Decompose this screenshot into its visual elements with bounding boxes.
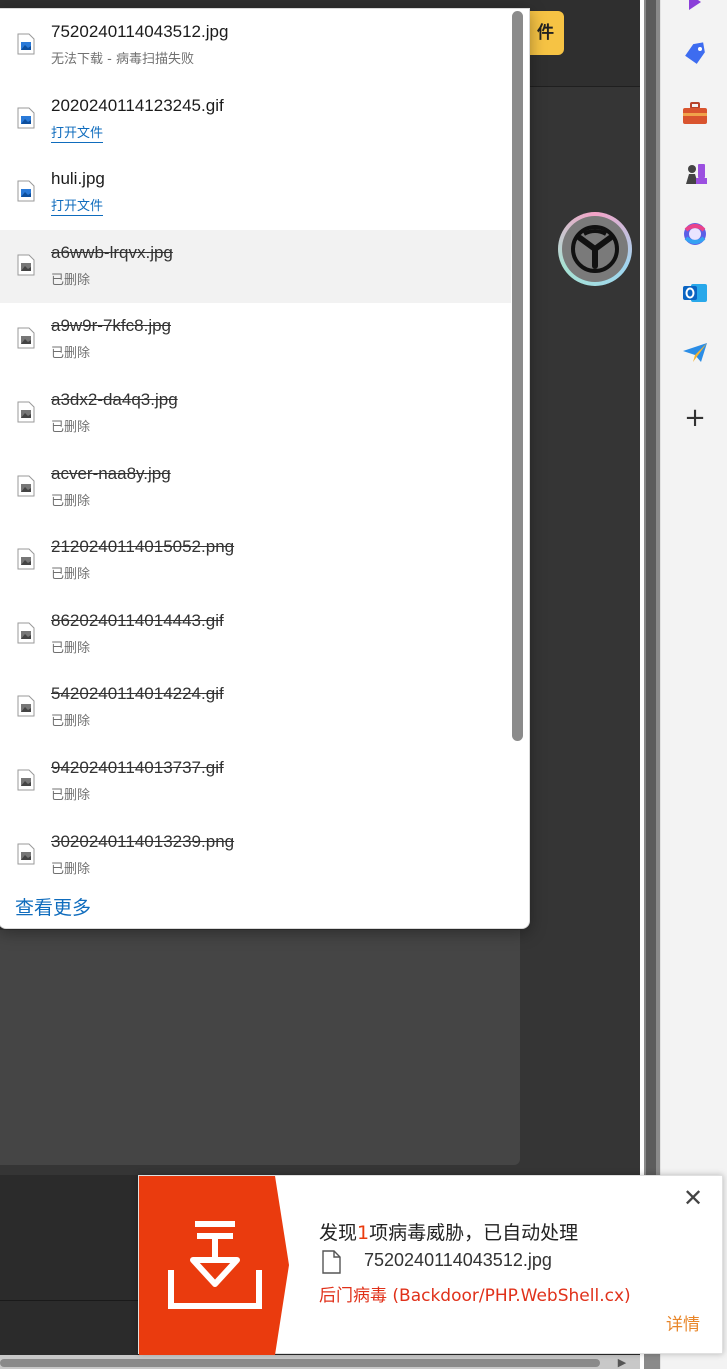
download-icon	[168, 1221, 262, 1309]
download-item[interactable]: a3dx2-da4q3.jpg 已删除	[0, 377, 511, 451]
image-file-icon	[17, 769, 35, 791]
microsoft365-icon[interactable]	[679, 218, 711, 250]
image-file-icon	[17, 254, 35, 276]
download-item[interactable]: a9w9r-7kfc8.jpg 已删除	[0, 303, 511, 377]
image-file-icon	[17, 695, 35, 717]
download-item[interactable]: a6wwb-lrqvx.jpg 已删除	[0, 229, 511, 304]
toolbox-icon[interactable]	[679, 98, 711, 130]
alert-title: 发现1项病毒威胁，已自动处理	[319, 1222, 579, 1244]
download-item[interactable]: 7520240114043512.jpg 无法下载 - 病毒扫描失败	[0, 9, 511, 83]
logo-icon	[571, 225, 619, 273]
image-file-icon	[17, 843, 35, 865]
virus-name: 后门病毒 (Backdoor/PHP.WebShell.cx)	[319, 1286, 631, 1306]
scroll-right-icon[interactable]: ▶	[614, 1356, 630, 1369]
open-file-link[interactable]: 打开文件	[51, 122, 104, 143]
download-item[interactable]: 5420240114014224.gif 已删除	[0, 671, 511, 745]
download-item[interactable]: 8620240114014443.gif 已删除	[0, 598, 511, 672]
download-status: 已删除	[51, 640, 91, 656]
download-status: 已删除	[51, 346, 91, 362]
image-file-icon	[17, 180, 35, 202]
download-file-name[interactable]: 9420240114013737.gif	[51, 758, 224, 778]
see-more-link[interactable]: 查看更多	[15, 893, 91, 920]
image-file-icon	[17, 401, 35, 423]
content-panel	[0, 930, 520, 1165]
horizontal-scrollbar-thumb[interactable]	[0, 1359, 600, 1367]
download-file-name[interactable]: a6wwb-lrqvx.jpg	[51, 243, 173, 263]
page-scrollbar-thumb[interactable]	[646, 0, 656, 1180]
download-file-name[interactable]: 2020240114123245.gif	[51, 96, 224, 116]
download-item[interactable]: huli.jpg 打开文件	[0, 156, 511, 230]
open-file-link[interactable]: 打开文件	[51, 195, 104, 217]
download-status: 已删除	[51, 787, 91, 803]
image-file-icon	[17, 107, 35, 129]
download-file-name[interactable]: 2120240114015052.png	[51, 537, 234, 557]
chess-icon[interactable]	[679, 158, 711, 190]
download-status: 已删除	[51, 567, 91, 583]
purple-icon[interactable]	[679, 0, 711, 18]
download-file-name[interactable]: a3dx2-da4q3.jpg	[51, 390, 178, 410]
download-file-name[interactable]: huli.jpg	[51, 169, 105, 189]
download-item[interactable]: 2020240114123245.gif 打开文件	[0, 83, 511, 157]
avatar[interactable]	[558, 212, 632, 286]
download-file-name[interactable]: 7520240114043512.jpg	[51, 22, 228, 42]
download-item[interactable]: 9420240114013737.gif 已删除	[0, 745, 511, 819]
download-item[interactable]: acver-naa8y.jpg 已删除	[0, 451, 511, 525]
download-status: 无法下载 - 病毒扫描失败	[51, 52, 194, 67]
outlook-icon[interactable]	[679, 277, 711, 309]
download-status: 已删除	[51, 493, 91, 509]
infected-file-name: 7520240114043512.jpg	[364, 1250, 552, 1270]
download-list: 7520240114043512.jpg 无法下载 - 病毒扫描失败 2020240…	[0, 9, 511, 892]
image-file-icon	[17, 475, 35, 497]
download-status: 已删除	[51, 714, 91, 730]
send-icon[interactable]	[679, 336, 711, 368]
alert-banner	[139, 1176, 289, 1355]
tag-icon[interactable]	[679, 38, 711, 70]
download-item[interactable]: 3020240114013239.png 已删除	[0, 819, 511, 893]
downloads-flyout: 7520240114043512.jpg 无法下载 - 病毒扫描失败 2020240…	[0, 8, 530, 929]
add-icon[interactable]: +	[679, 402, 711, 434]
browser-sidebar: +	[660, 0, 727, 1369]
virus-alert-toast: ✕ 发现1项病毒威胁，已自动处理 7520240114043512.jpg 后门…	[138, 1175, 723, 1355]
details-link[interactable]: 详情	[666, 1310, 700, 1335]
image-file-icon	[17, 622, 35, 644]
file-icon	[322, 1250, 341, 1274]
download-status: 已删除	[51, 272, 91, 288]
download-file-name[interactable]: 5420240114014224.gif	[51, 684, 224, 704]
flyout-scrollbar[interactable]	[512, 11, 523, 741]
image-file-icon	[17, 327, 35, 349]
close-icon[interactable]: ✕	[679, 1184, 707, 1212]
image-file-icon	[17, 548, 35, 570]
download-item[interactable]: 2120240114015052.png 已删除	[0, 524, 511, 598]
download-file-name[interactable]: 3020240114013239.png	[51, 832, 234, 852]
download-file-name[interactable]: acver-naa8y.jpg	[51, 464, 171, 484]
download-status: 已删除	[51, 419, 91, 435]
download-status: 已删除	[51, 861, 91, 877]
download-file-name[interactable]: 8620240114014443.gif	[51, 611, 224, 631]
download-file-name[interactable]: a9w9r-7kfc8.jpg	[51, 316, 171, 336]
image-file-icon	[17, 33, 35, 55]
